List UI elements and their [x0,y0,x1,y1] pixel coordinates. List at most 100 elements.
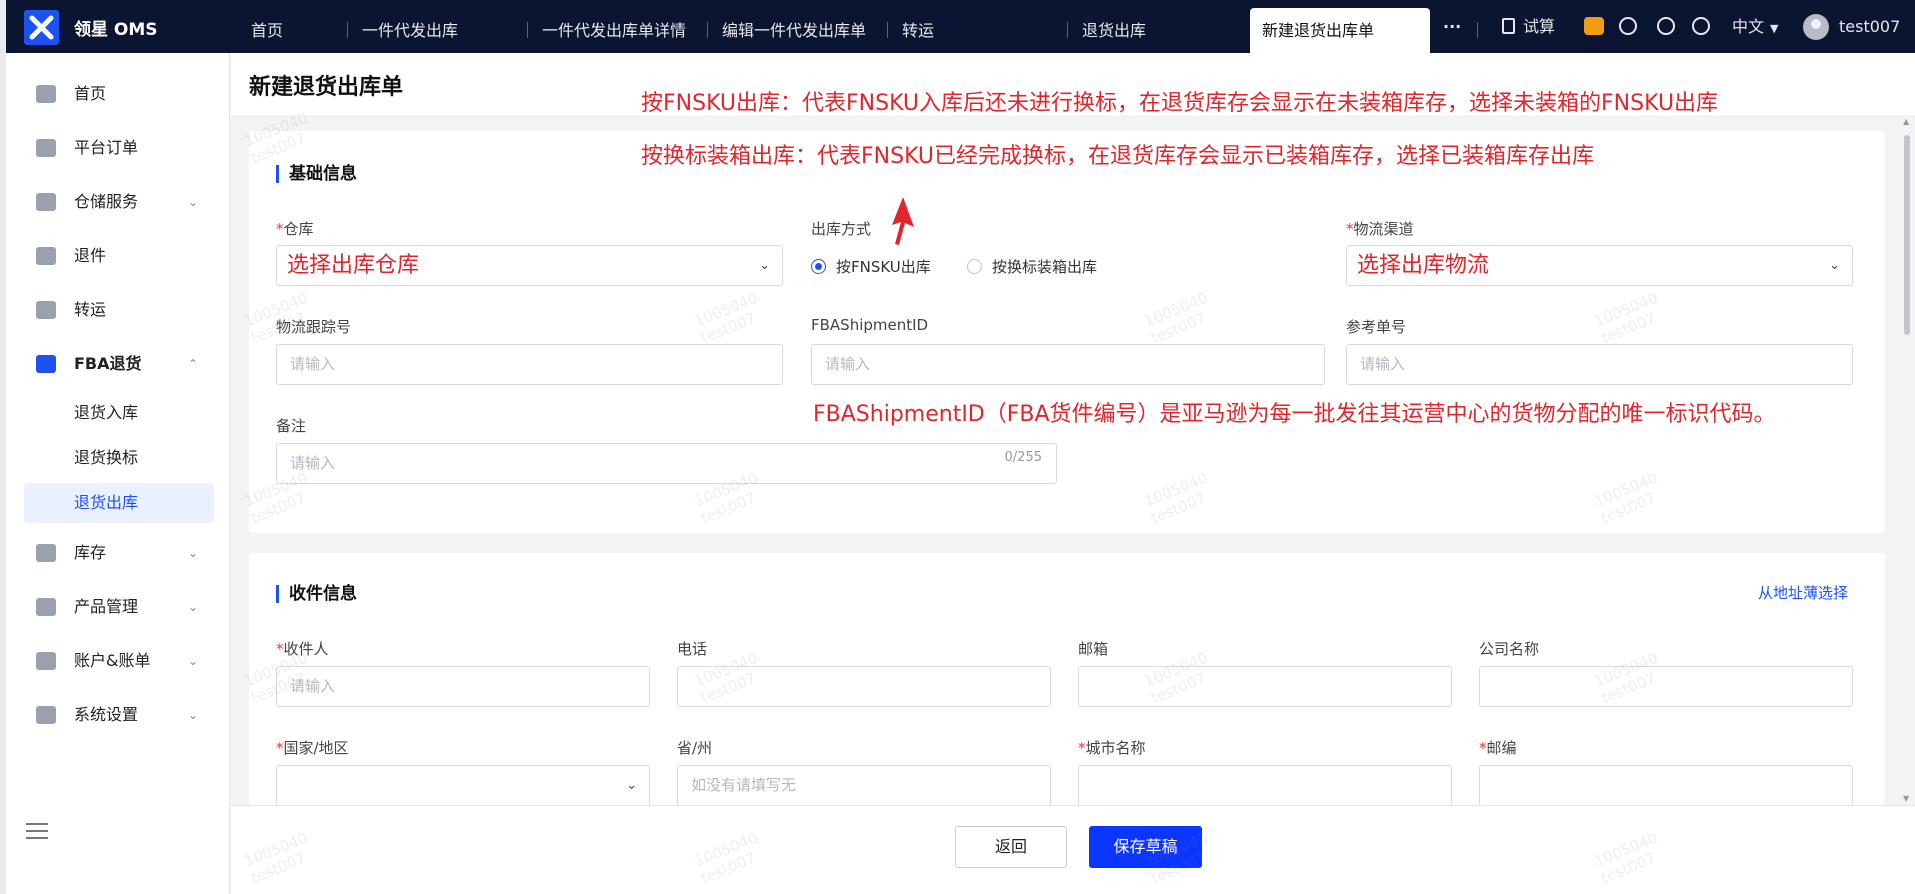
sidebar-item-warehouse-service[interactable]: 仓储服务 ⌄ [24,182,212,222]
sidebar-item-label: 系统设置 [74,705,139,724]
fba-shipment-id-label: FBAShipmentID [811,316,929,334]
tab-return-outbound[interactable]: 退货出库 [1082,0,1146,53]
company-input[interactable] [1479,666,1853,707]
sidebar-item-platform-orders[interactable]: 平台订单 [24,128,212,168]
tab-separator [347,22,348,38]
fba-shipment-id-input[interactable]: 请输入 [811,344,1325,385]
sidebar-item-system-settings[interactable]: 系统设置 ⌄ [24,695,212,735]
province-input[interactable]: 如没有请填写无 [677,765,1051,806]
sidebar-item-label: 退件 [74,246,107,265]
logistics-channel-select[interactable]: 选择出库物流 ⌄ [1346,245,1853,286]
language-label: 中文 [1732,17,1765,36]
sidebar-item-label: FBA退货 [74,354,142,373]
sidebar-subitem-return-inbound[interactable]: 退货入库 [24,393,214,433]
amazon-icon [36,355,56,373]
reference-number-input[interactable]: 请输入 [1346,344,1853,385]
remark-textarea[interactable]: 请输入 0/255 [276,443,1057,484]
email-input[interactable] [1078,666,1452,707]
chevron-down-icon: ⌄ [187,546,198,560]
robot-assistant-icon[interactable] [1584,17,1604,35]
settings-icon [36,706,56,724]
tab-transfer[interactable]: 转运 [902,0,934,53]
calculator-icon [1502,18,1515,34]
sidebar-item-label: 转运 [74,300,107,319]
tab-home[interactable]: 首页 [251,0,283,53]
settings-gear-icon[interactable] [1657,17,1675,35]
annotation-relabel-outbound: 按换标装箱出库：代表FNSKU已经完成换标，在退货库存会显示已装箱库存，选择已装… [641,144,1595,169]
chevron-down-icon: ⌄ [187,708,198,722]
sidebar-item-billing[interactable]: 账户&账单 ⌄ [24,641,212,681]
page-scrollbar[interactable]: ▲ ▼ [1901,115,1913,805]
radio-by-relabel-carton-label: 按换标装箱出库 [992,258,1098,276]
sidebar-item-fba-returns[interactable]: FBA退货 ⌃ [24,344,212,384]
chevron-down-icon: ⌄ [187,600,198,614]
receiver-name-input[interactable]: 请输入 [276,666,650,707]
scrollbar-thumb[interactable] [1904,135,1910,335]
sidebar-item-label: 首页 [74,84,107,103]
tab-new-return-outbound[interactable]: 新建退货出库单 [1250,8,1430,53]
radio-checked-icon [811,259,826,274]
download-icon[interactable] [1619,17,1637,35]
country-select[interactable]: ⌄ [276,765,650,806]
language-selector[interactable]: 中文 ▼ [1732,0,1778,53]
address-book-link[interactable]: 从地址薄选择 [1758,582,1848,603]
radio-by-fnsku[interactable]: 按FNSKU出库 [811,256,931,277]
tab-separator [1067,22,1068,38]
zip-input[interactable] [1479,765,1853,806]
city-label: *城市名称 [1078,739,1146,757]
page-title: 新建退货出库单 [249,75,404,100]
app-window: 领星 OMS 首页 一件代发出库 一件代发出库单详情 编辑一件代发出库单 转运 … [6,0,1915,894]
radio-by-relabel-carton[interactable]: 按换标装箱出库 [967,256,1097,277]
logistics-channel-label: *物流渠道 [1346,220,1414,238]
sidebar-item-label: 账户&账单 [74,651,151,670]
scroll-up-icon[interactable]: ▲ [1903,117,1909,126]
back-button[interactable]: 返回 [955,826,1067,868]
sidebar-subitem-return-outbound[interactable]: 退货出库 [24,483,214,523]
help-icon[interactable] [1692,17,1710,35]
sidebar-item-returns[interactable]: 退件 [24,236,212,276]
billing-icon [36,652,56,670]
tracking-number-input[interactable]: 请输入 [276,344,783,385]
sidebar-subitem-return-relabel[interactable]: 退货换标 [24,438,214,478]
chevron-down-icon: ⌄ [187,195,198,209]
annotation-arrow-icon [892,197,914,245]
warehouse-select[interactable]: 选择出库仓库 ⌄ [276,245,783,286]
company-label: 公司名称 [1479,640,1540,658]
sidebar-item-home[interactable]: 首页 [24,74,212,114]
scroll-down-icon[interactable]: ▼ [1903,794,1909,803]
sidebar-item-transfer[interactable]: 转运 [24,290,212,330]
phone-label: 电话 [677,640,708,658]
sidebar: 首页 平台订单 仓储服务 ⌄ 退件 转运 FBA退货 ⌃ 退货入库 退货换标 退… [6,53,230,894]
annotation-fnsku-outbound: 按FNSKU出库：代表FNSKU入库后还未进行换标，在退货库存会显示在未装箱库存… [641,91,1719,116]
order-icon [36,139,56,157]
logistics-channel-value: 选择出库物流 [1357,253,1490,278]
trial-calc-label: 试算 [1523,17,1556,36]
user-avatar[interactable] [1803,14,1829,40]
sidebar-item-inventory[interactable]: 库存 ⌄ [24,533,212,573]
collapse-menu-icon[interactable] [26,823,48,841]
sidebar-item-label: 仓储服务 [74,192,139,211]
brand-name: 领星 OMS [74,20,158,40]
tab-separator [527,22,528,38]
city-input[interactable] [1078,765,1452,806]
username[interactable]: test007 [1839,0,1900,53]
tab-separator [1477,22,1478,38]
sidebar-subitem-label: 退货出库 [74,493,139,512]
tab-dropship-outbound[interactable]: 一件代发出库 [362,0,458,53]
province-label: 省/州 [677,739,713,757]
tab-edit-dropship-outbound[interactable]: 编辑一件代发出库单 [722,0,866,53]
chevron-down-icon: ⌄ [759,258,770,273]
trial-calc-button[interactable]: 试算 [1502,0,1555,53]
basic-info-title: 基础信息 [276,165,357,183]
sidebar-subitem-label: 退货入库 [74,403,139,422]
caret-down-icon: ▼ [1770,22,1779,35]
country-label: *国家/地区 [276,739,349,757]
more-tabs-button[interactable]: ··· [1443,0,1461,53]
zip-label: *邮编 [1479,739,1517,757]
tab-separator [887,22,888,38]
remark-placeholder: 请输入 [290,454,336,472]
warehouse-select-value: 选择出库仓库 [287,253,420,278]
sidebar-item-product-management[interactable]: 产品管理 ⌄ [24,587,212,627]
tab-dropship-outbound-detail[interactable]: 一件代发出库单详情 [542,0,686,53]
chevron-up-icon: ⌃ [187,357,198,371]
